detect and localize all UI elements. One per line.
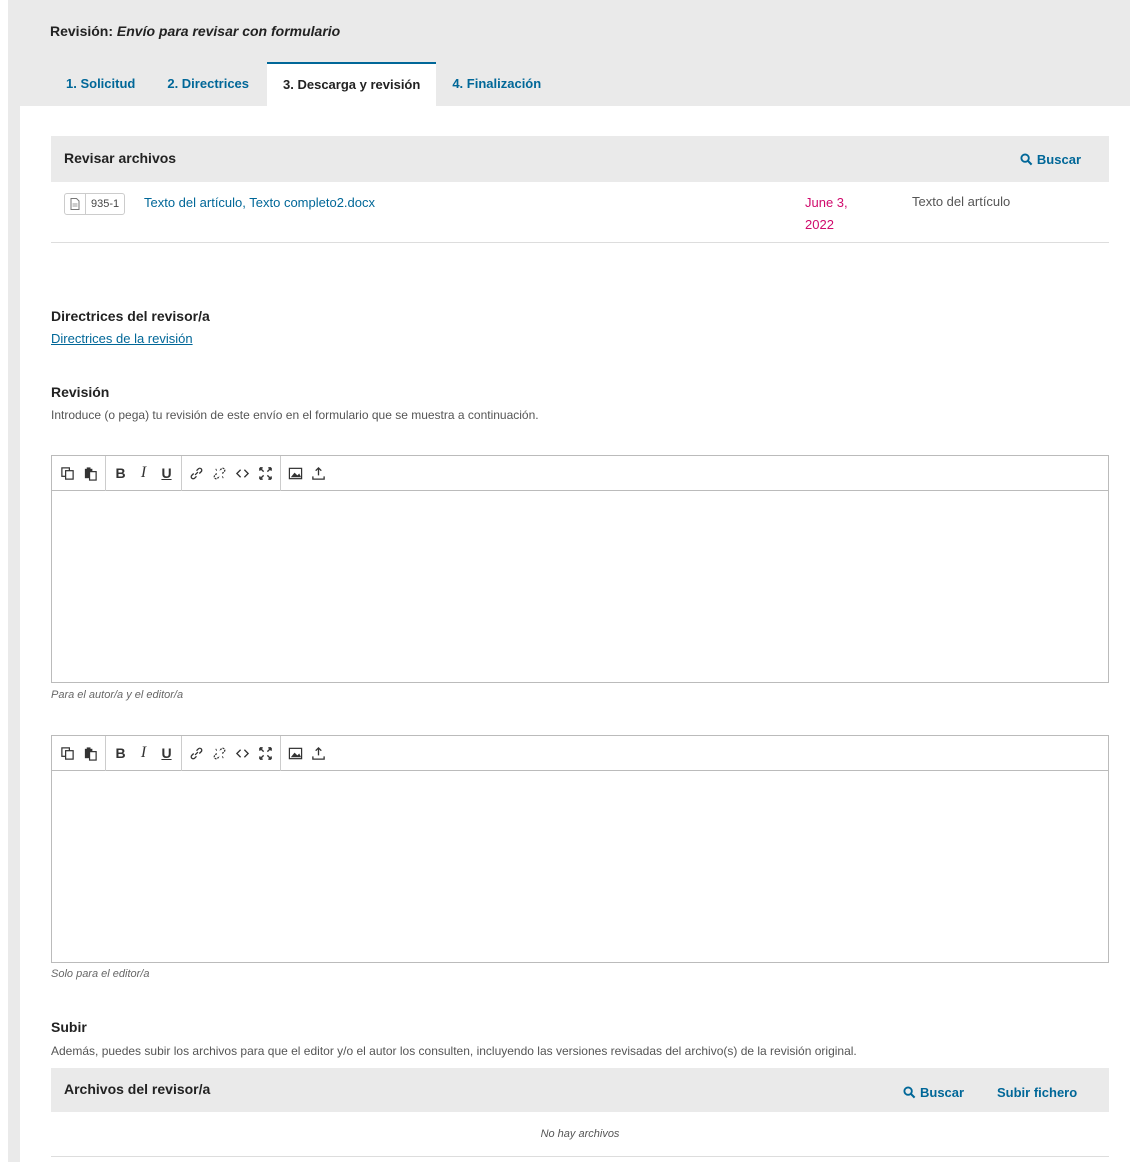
paste-icon[interactable] <box>79 459 102 487</box>
unlink-icon[interactable] <box>208 739 231 767</box>
review-description: Introduce (o pega) tu revisión de este e… <box>51 408 539 422</box>
image-icon[interactable] <box>284 739 307 767</box>
editor-author-caption: Para el autor/a y el editor/a <box>51 689 184 701</box>
review-files-title: Revisar archivos <box>64 150 177 166</box>
table-row: 935-1 Texto del artículo, Texto completo… <box>51 182 1109 243</box>
link-icon[interactable] <box>185 459 208 487</box>
review-files-header: Revisar archivos Buscar <box>51 136 1109 182</box>
file-date: June 3, 2022 <box>805 192 865 236</box>
underline-button[interactable]: U <box>155 459 178 487</box>
copy-icon[interactable] <box>56 739 79 767</box>
guidelines-link[interactable]: Directrices de la revisión <box>51 331 193 346</box>
tab-descarga-revision[interactable]: 3. Descarga y revisión <box>267 62 437 106</box>
bold-button[interactable]: B <box>109 739 132 767</box>
link-icon[interactable] <box>185 739 208 767</box>
image-icon[interactable] <box>284 459 307 487</box>
toolbar-divider <box>105 455 106 491</box>
search-icon <box>903 1086 916 1099</box>
editor-toolbar: B I U <box>52 455 1108 491</box>
editor-only-caption: Solo para el editor/a <box>51 968 150 980</box>
review-editor-editor-only: B I U <box>51 735 1109 963</box>
tab-finalizacion[interactable]: 4. Finalización <box>436 62 557 106</box>
editor-toolbar: B I U <box>52 735 1108 771</box>
review-heading: Revisión <box>51 384 110 400</box>
page-left-strip <box>8 0 20 1162</box>
bold-button[interactable]: B <box>109 459 132 487</box>
toolbar-divider <box>181 735 182 771</box>
fullscreen-icon[interactable] <box>254 739 277 767</box>
review-files-search-button[interactable]: Buscar <box>1020 152 1081 167</box>
unlink-icon[interactable] <box>208 459 231 487</box>
paste-icon[interactable] <box>79 739 102 767</box>
empty-files-message: No hay archivos <box>51 1112 1109 1157</box>
tab-directrices[interactable]: 2. Directrices <box>151 62 265 106</box>
upload-heading: Subir <box>51 1019 87 1035</box>
review-files-grid: Revisar archivos Buscar 935-1 Texto del … <box>51 136 1109 243</box>
review-textarea-author[interactable] <box>52 491 1108 681</box>
file-type: Texto del artículo <box>912 194 1011 209</box>
title-submission: Envío para revisar con formulario <box>116 23 341 39</box>
file-date-line2: 2022 <box>805 217 834 232</box>
code-icon[interactable] <box>231 739 254 767</box>
search-label: Buscar <box>1036 152 1081 167</box>
upload-icon[interactable] <box>307 739 330 767</box>
file-id: 935-1 <box>91 198 120 210</box>
guidelines-heading: Directrices del revisor/a <box>51 308 210 324</box>
file-id-badge: 935-1 <box>64 193 126 215</box>
italic-button[interactable]: I <box>132 459 155 487</box>
underline-button[interactable]: U <box>155 739 178 767</box>
tab-solicitud[interactable]: 1. Solicitud <box>50 62 151 106</box>
review-textarea-editor-only[interactable] <box>52 771 1108 961</box>
upload-file-button[interactable]: Subir fichero <box>997 1085 1077 1100</box>
reviewer-files-grid: Archivos del revisor/a Buscar Subir fich… <box>51 1068 1109 1157</box>
reviewer-files-header: Archivos del revisor/a Buscar Subir fich… <box>51 1068 1109 1112</box>
code-icon[interactable] <box>231 459 254 487</box>
document-icon <box>65 194 86 214</box>
review-header: Revisión: Envío para revisar con formula… <box>8 0 1130 106</box>
upload-icon[interactable] <box>307 459 330 487</box>
copy-icon[interactable] <box>56 459 79 487</box>
title-prefix: Revisión: <box>50 23 114 39</box>
search-label: Buscar <box>920 1085 965 1100</box>
italic-button[interactable]: I <box>132 739 155 767</box>
search-icon <box>1020 153 1033 166</box>
reviewer-files-search-button[interactable]: Buscar <box>903 1085 964 1100</box>
toolbar-divider <box>105 735 106 771</box>
toolbar-divider <box>280 455 281 491</box>
toolbar-divider <box>280 735 281 771</box>
file-date-line1: June 3, <box>805 195 848 210</box>
step-tabs: 1. Solicitud 2. Directrices 3. Descarga … <box>50 62 557 106</box>
fullscreen-icon[interactable] <box>254 459 277 487</box>
review-editor-author: B I U <box>51 455 1109 683</box>
file-download-link[interactable]: Texto del artículo, Texto completo2.docx <box>144 195 375 210</box>
toolbar-divider <box>181 455 182 491</box>
upload-description: Además, puedes subir los archivos para q… <box>51 1044 857 1058</box>
reviewer-files-title: Archivos del revisor/a <box>64 1081 211 1097</box>
page-left-rail <box>0 0 8 1162</box>
page-title: Revisión: Envío para revisar con formula… <box>50 23 340 39</box>
